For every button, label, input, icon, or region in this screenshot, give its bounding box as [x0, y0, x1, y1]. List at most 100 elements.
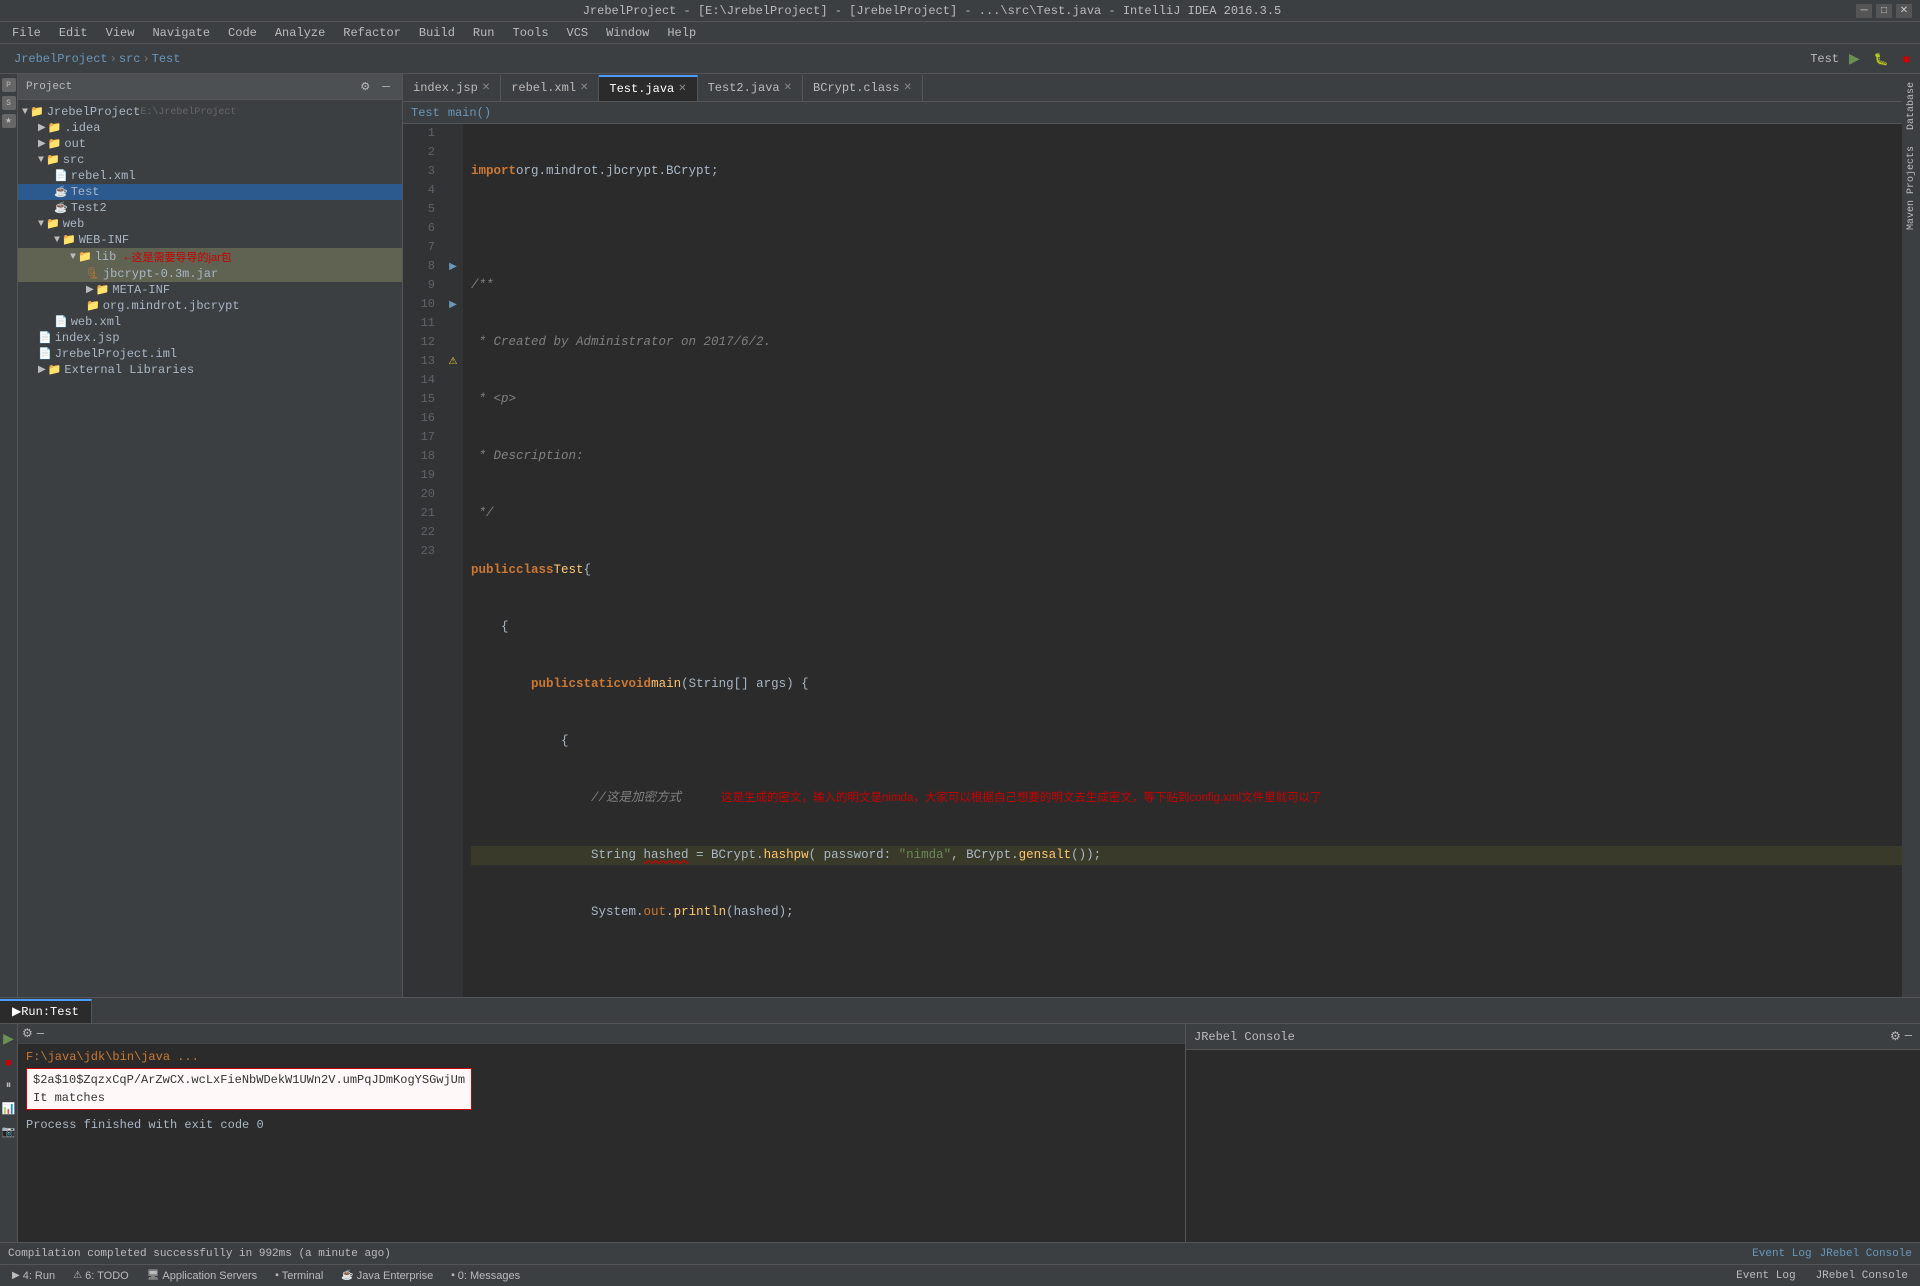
- bottom-tab-run[interactable]: ▶ Run : Test: [0, 999, 92, 1023]
- taskbar-javaenterprise-button[interactable]: ☕ Java Enterprise: [333, 1268, 441, 1284]
- capture-output-button[interactable]: 📷: [0, 1123, 17, 1140]
- maximize-button[interactable]: □: [1876, 4, 1892, 18]
- close-button[interactable]: ✕: [1896, 4, 1912, 18]
- project-icon[interactable]: P: [2, 78, 16, 92]
- tree-label: rebel.xml: [71, 169, 136, 183]
- taskbar-messages-button[interactable]: ▪ 0: Messages: [443, 1268, 528, 1284]
- event-log-taskbar[interactable]: Event Log: [1728, 1268, 1803, 1284]
- tree-item-rebelxml[interactable]: 📄 rebel.xml: [18, 168, 402, 184]
- tree-label: jbcrypt-0.3m.jar: [103, 267, 218, 281]
- stop-button[interactable]: ■: [1899, 50, 1914, 68]
- tree-item-jrebelproject[interactable]: ▼ 📁 JrebelProject E:\JrebelProject: [18, 104, 402, 120]
- tree-label: JrebelProject.iml: [55, 347, 177, 361]
- run-button[interactable]: ▶: [1845, 48, 1864, 69]
- run-hash-value: $2a$10$ZqzxCqP/ArZwCX.wcLxFieNbWDekW1UWn…: [33, 1071, 465, 1089]
- tab-bcryptclass[interactable]: BCrypt.class ✕: [803, 75, 923, 101]
- menu-navigate[interactable]: Navigate: [144, 24, 218, 42]
- run-output-panel: ⚙ ─ F:\java\jdk\bin\java ... $2a$10$Zqzx…: [18, 1024, 1185, 1242]
- tab-label: Test.java: [609, 82, 674, 96]
- minimize-button[interactable]: ─: [1856, 4, 1872, 18]
- maven-label[interactable]: Maven Projects: [1904, 142, 1919, 234]
- tab-rebelxml[interactable]: rebel.xml ✕: [501, 75, 599, 101]
- code-line-11: {: [471, 732, 1902, 751]
- tab-test2java[interactable]: Test2.java ✕: [698, 75, 803, 101]
- jrebel-console-header: JRebel Console ⚙ ─: [1186, 1024, 1920, 1050]
- tree-item-lib[interactable]: ▼ 📁 lib ← 这是需要导导的jar包: [18, 248, 402, 266]
- breadcrumb-src[interactable]: src: [119, 52, 141, 66]
- code-content[interactable]: import org.mindrot.jbcrypt.BCrypt; /** *…: [463, 124, 1902, 997]
- tree-item-out[interactable]: ▶ 📁 out: [18, 136, 402, 152]
- taskbar-terminal-button[interactable]: ▪ Terminal: [267, 1268, 331, 1284]
- tree-item-mindrot[interactable]: 📁 org.mindrot.jbcrypt: [18, 298, 402, 314]
- run-toolbar: ⚙ ─: [18, 1024, 1185, 1044]
- menu-edit[interactable]: Edit: [51, 24, 96, 42]
- database-label[interactable]: Database: [1904, 78, 1919, 134]
- breadcrumb-file[interactable]: Test: [152, 52, 181, 66]
- project-settings-button[interactable]: ⚙: [356, 78, 374, 95]
- menu-analyze[interactable]: Analyze: [267, 24, 333, 42]
- window-controls[interactable]: ─ □ ✕: [1856, 4, 1912, 18]
- menu-view[interactable]: View: [98, 24, 143, 42]
- tree-item-extlibs[interactable]: ▶ 📁 External Libraries: [18, 362, 402, 378]
- tab-close-bcryptclass[interactable]: ✕: [903, 82, 911, 94]
- favorites-icon[interactable]: ★: [2, 114, 16, 128]
- menu-refactor[interactable]: Refactor: [335, 24, 409, 42]
- jrebel-settings-icon[interactable]: ⚙: [1890, 1029, 1901, 1044]
- jar-annotation-arrow: ←: [124, 250, 131, 264]
- tab-bar: index.jsp ✕ rebel.xml ✕ Test.java ✕ Test…: [403, 74, 1902, 102]
- tree-item-idea[interactable]: ▶ 📁 .idea: [18, 120, 402, 136]
- tree-item-jbcrypt[interactable]: 🗜 jbcrypt-0.3m.jar: [18, 266, 402, 282]
- menu-code[interactable]: Code: [220, 24, 265, 42]
- code-line-7: */: [471, 504, 1902, 523]
- tab-close-rebelxml[interactable]: ✕: [580, 82, 588, 94]
- tree-item-web[interactable]: ▼ 📁 web: [18, 216, 402, 232]
- jrebel-console-taskbar[interactable]: JRebel Console: [1808, 1268, 1916, 1284]
- tree-item-indexjsp[interactable]: 📄 index.jsp: [18, 330, 402, 346]
- code-line-4: * Created by Administrator on 2017/6/2.: [471, 333, 1902, 352]
- taskbar-todo-button[interactable]: ⚠ 6: TODO: [65, 1268, 137, 1284]
- tree-label: External Libraries: [64, 363, 194, 377]
- jrebel-console-status[interactable]: JRebel Console: [1820, 1248, 1912, 1260]
- pause-run-button[interactable]: ⏸: [4, 1077, 14, 1094]
- taskbar-appservers-button[interactable]: 🖥 Application Servers: [139, 1268, 265, 1284]
- menu-vcs[interactable]: VCS: [559, 24, 597, 42]
- code-editor[interactable]: 1 2 3 4 5 6 7 8 9 10 11 12 13 14 15 16 1…: [403, 124, 1902, 997]
- tree-label: META-INF: [112, 283, 170, 297]
- debug-button[interactable]: 🐛: [1870, 50, 1893, 68]
- menu-tools[interactable]: Tools: [505, 24, 557, 42]
- run-output: F:\java\jdk\bin\java ... $2a$10$ZqzxCqP/…: [18, 1044, 1185, 1242]
- code-line-3: /**: [471, 276, 1902, 295]
- tab-indexjsp[interactable]: index.jsp ✕: [403, 75, 501, 101]
- event-log-status[interactable]: Event Log: [1752, 1248, 1811, 1260]
- menu-build[interactable]: Build: [411, 24, 463, 42]
- tab-close-indexjsp[interactable]: ✕: [482, 82, 490, 94]
- menu-file[interactable]: File: [4, 24, 49, 42]
- tab-close-test2java[interactable]: ✕: [784, 82, 792, 94]
- tab-close-testjava[interactable]: ✕: [678, 83, 686, 95]
- tab-testjava[interactable]: Test.java ✕: [599, 75, 697, 101]
- tree-item-src[interactable]: ▼ 📁 src: [18, 152, 402, 168]
- tree-item-webinf[interactable]: ▼ 📁 WEB-INF: [18, 232, 402, 248]
- project-collapse-button[interactable]: ─: [378, 78, 394, 95]
- tree-item-iml[interactable]: 📄 JrebelProject.iml: [18, 346, 402, 362]
- breadcrumb-project[interactable]: JrebelProject: [14, 52, 108, 66]
- dump-threads-button[interactable]: 📊: [0, 1100, 17, 1117]
- stop-run-button[interactable]: ■: [3, 1055, 14, 1071]
- tab-label: rebel.xml: [511, 81, 576, 95]
- code-line-14: System.out.println(hashed);: [471, 903, 1902, 922]
- structure-icon[interactable]: S: [2, 96, 16, 110]
- run-left-panel: ▶ ■ ⏸ 📊 📷: [0, 1024, 18, 1242]
- method-name[interactable]: main(): [448, 106, 491, 120]
- tree-item-metainf[interactable]: ▶ 📁 META-INF: [18, 282, 402, 298]
- tree-item-test2[interactable]: ☕ Test2: [18, 200, 402, 216]
- jrebel-console: JRebel Console ⚙ ─: [1185, 1024, 1920, 1242]
- method-class[interactable]: Test: [411, 106, 440, 120]
- menu-run[interactable]: Run: [465, 24, 503, 42]
- menu-help[interactable]: Help: [659, 24, 704, 42]
- menu-window[interactable]: Window: [598, 24, 657, 42]
- restart-run-button[interactable]: ▶: [1, 1028, 16, 1049]
- jrebel-minimize-icon[interactable]: ─: [1905, 1029, 1912, 1044]
- taskbar-run-button[interactable]: ▶ 4: Run: [4, 1268, 63, 1284]
- tree-item-webxml[interactable]: 📄 web.xml: [18, 314, 402, 330]
- tree-item-test[interactable]: ☕ Test: [18, 184, 402, 200]
